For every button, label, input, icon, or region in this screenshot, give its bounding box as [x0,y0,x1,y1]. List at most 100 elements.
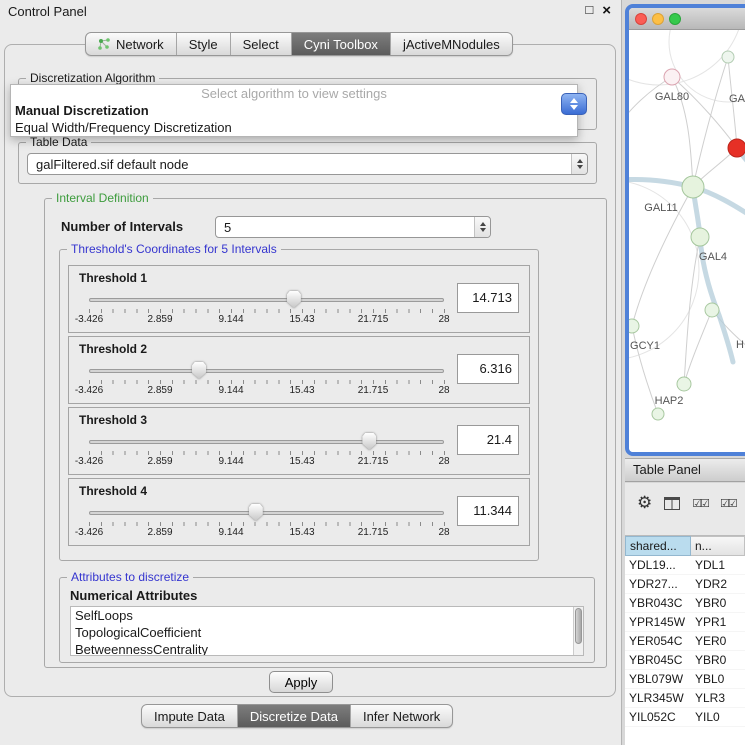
table-row[interactable]: YDR27...YDR2 [625,575,745,594]
attribute-list-item[interactable]: TopologicalCoefficient [71,624,583,641]
column-header-shared-name[interactable]: shared... [625,536,691,556]
dropdown-option-manual[interactable]: Manual Discretization [11,101,577,118]
threshold-slider[interactable] [89,432,444,452]
threshold-label: Threshold 1 [79,271,147,285]
slider-tick-label: 9.144 [218,314,243,325]
thresholds-group: Threshold's Coordinates for 5 Intervals … [59,249,539,561]
threshold-value-field[interactable]: 14.713 [457,283,519,313]
slider-track[interactable] [89,511,444,515]
dropdown-hint: Select algorithm to view settings [11,85,577,101]
threshold-label: Threshold 4 [79,484,147,498]
threshold-slider[interactable] [89,503,444,523]
gear-icon[interactable]: ⚙ [637,493,652,513]
algorithm-combo-stepper[interactable] [561,93,587,115]
apply-button[interactable]: Apply [269,671,333,693]
threshold-panel: Threshold 2-3.4262.8599.14415.4321.71528… [68,336,530,404]
network-node[interactable] [728,139,745,157]
cell-name: YBR0 [691,594,745,612]
close-window-icon[interactable]: × [602,2,611,19]
numerical-attributes-list[interactable]: SelfLoopsTopologicalCoefficientBetweenne… [70,606,584,656]
threshold-slider[interactable] [89,361,444,381]
tab-infer-network[interactable]: Infer Network [350,705,452,727]
table-row[interactable]: YBL079WYBL0 [625,670,745,689]
cell-shared-name: YBR043C [625,594,691,612]
slider-thumb[interactable] [362,433,376,450]
slider-tick-label: 28 [438,527,449,538]
tab-jactivemnodules[interactable]: jActiveMNodules [390,33,512,55]
slider-scale-labels: -3.4262.8599.14415.4321.71528 [89,314,444,326]
tab-network[interactable]: Network [86,33,176,55]
cell-name: YER0 [691,632,745,650]
node-label: GAL80 [655,91,689,103]
slider-tick-label: 2.859 [147,527,172,538]
number-of-intervals-combo[interactable]: 5 [215,216,491,238]
zoom-traffic-light-icon[interactable] [669,13,681,25]
attribute-list-item[interactable]: BetweennessCentrality [71,641,583,656]
select-columns-icon[interactable]: ☑☑ [692,497,708,510]
table-data-combo[interactable]: galFiltered.sif default node [27,153,588,175]
slider-thumb[interactable] [192,362,206,379]
threshold-value-field[interactable]: 21.4 [457,425,519,455]
tab-label: Infer Network [363,709,440,724]
slider-tick-marks [89,309,445,313]
slider-track[interactable] [89,369,444,373]
threshold-panel: Threshold 3-3.4262.8599.14415.4321.71528… [68,407,530,475]
list-scrollbar[interactable] [573,607,583,655]
slider-tick-label: 15.43 [289,385,314,396]
table-row[interactable]: YBR045CYBR0 [625,651,745,670]
table-row[interactable]: YBR043CYBR0 [625,594,745,613]
slider-thumb[interactable] [249,504,263,521]
table-row[interactable]: YPR145WYPR1 [625,613,745,632]
slider-track[interactable] [89,440,444,444]
slider-tick-label: 2.859 [147,385,172,396]
slider-thumb[interactable] [287,291,301,308]
node-label: HAP2 [655,395,684,407]
table-row[interactable]: YER054CYER0 [625,632,745,651]
group-title: Interval Definition [52,191,153,205]
network-node[interactable] [652,408,664,420]
cell-shared-name: YLR345W [625,689,691,707]
algorithm-dropdown-list: Select algorithm to view settings Manual… [10,84,578,137]
node-label: GCY1 [630,340,660,352]
cell-shared-name: YIL052C [625,708,691,726]
table-row[interactable]: YLR345WYLR3 [625,689,745,708]
slider-tick-label: 2.859 [147,456,172,467]
column-header-name[interactable]: n... [691,536,745,556]
threshold-panels: Threshold 1 -3.4262.8599.14415.4321.71528… [60,250,538,560]
threshold-value-field[interactable]: 11.344 [457,496,519,526]
combo-stepper-icon[interactable] [571,154,587,174]
attributes-group: Attributes to discretize Numerical Attri… [59,577,595,663]
tab-discretize-data[interactable]: Discretize Data [237,705,350,727]
scrollbar-thumb[interactable] [575,608,582,644]
table-columns-icon[interactable] [664,497,680,510]
number-of-intervals-label: Number of Intervals [61,219,183,234]
combo-stepper-icon[interactable] [474,217,490,237]
network-node[interactable] [664,69,680,85]
interval-definition-group: Interval Definition Number of Intervals … [44,198,607,668]
network-node[interactable] [682,176,704,198]
tab-style[interactable]: Style [176,33,230,55]
attribute-list-item[interactable]: SelfLoops [71,607,583,624]
dropdown-option-equal-width[interactable]: Equal Width/Frequency Discretization [11,118,577,135]
tab-cyni-toolbox[interactable]: Cyni Toolbox [291,33,390,55]
network-node[interactable] [705,303,719,317]
table-row[interactable]: YDL19...YDL1 [625,556,745,575]
threshold-value-field[interactable]: 6.316 [457,354,519,384]
tab-select[interactable]: Select [230,33,291,55]
network-node[interactable] [629,319,639,333]
slider-track[interactable] [89,298,444,302]
close-traffic-light-icon[interactable] [635,13,647,25]
minimize-traffic-light-icon[interactable] [652,13,664,25]
threshold-slider[interactable] [89,290,444,310]
network-node[interactable] [677,377,691,391]
stepper-up-icon [570,98,578,103]
table-toolbar: ⚙ ☑☑ ☑☑ [625,487,745,519]
network-canvas[interactable]: GAL80GAGAL11GAL4GCY1HHAP2 [629,30,745,452]
table-row[interactable]: YIL052CYIL0 [625,708,745,727]
tab-impute-data[interactable]: Impute Data [142,705,237,727]
network-node[interactable] [691,228,709,246]
network-node[interactable] [722,51,734,63]
select-rows-icon[interactable]: ☑☑ [720,497,736,510]
slider-tick-label: -3.426 [75,527,103,538]
float-window-icon[interactable]: □ [585,2,593,19]
